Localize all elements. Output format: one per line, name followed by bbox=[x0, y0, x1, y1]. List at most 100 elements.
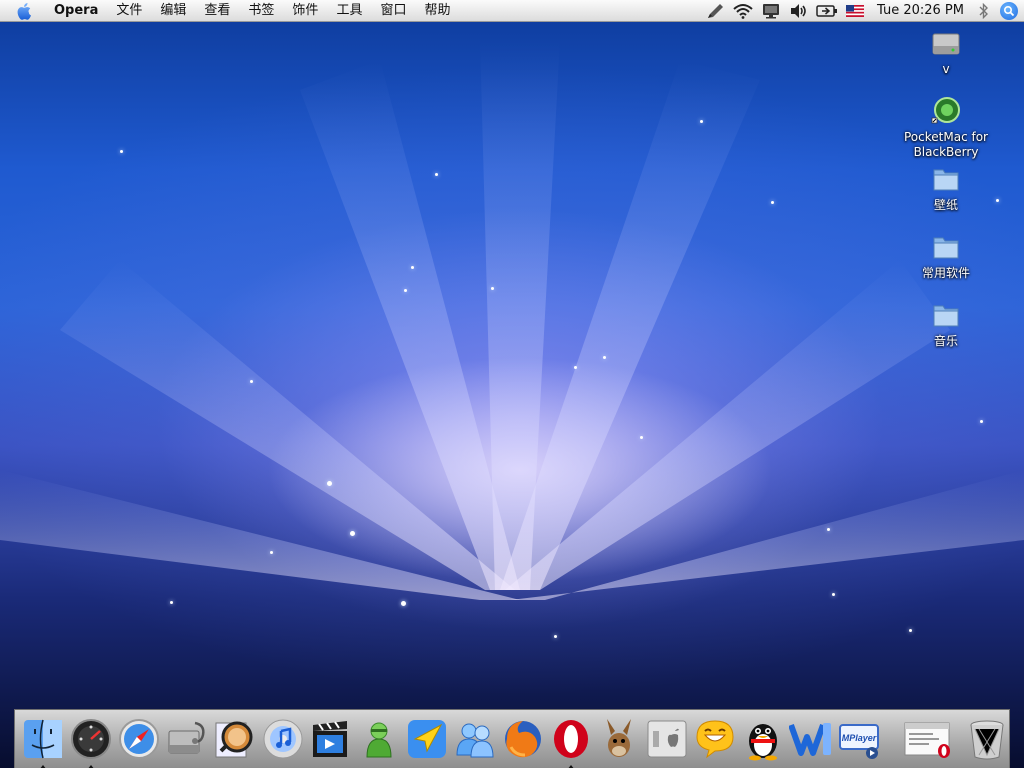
dock-navigator[interactable] bbox=[405, 714, 449, 764]
apple-menu-icon[interactable] bbox=[14, 2, 36, 20]
imovie-icon bbox=[313, 721, 347, 757]
finder-icon bbox=[24, 719, 62, 759]
pen-icon[interactable] bbox=[704, 2, 726, 20]
desktop-icon-label: 音乐 bbox=[933, 334, 958, 348]
star bbox=[120, 150, 123, 153]
folder-icon bbox=[933, 169, 959, 191]
star bbox=[491, 287, 494, 290]
pocketmac-icon bbox=[931, 97, 960, 124]
star bbox=[327, 481, 332, 486]
star bbox=[980, 420, 983, 423]
dock-amule[interactable] bbox=[597, 714, 641, 764]
opera-icon bbox=[554, 720, 588, 758]
menu-file[interactable]: 文件 bbox=[107, 0, 151, 22]
dock-imovie[interactable] bbox=[309, 714, 353, 764]
dashboard-icon bbox=[71, 719, 111, 759]
dock: MPlayer bbox=[14, 709, 1010, 768]
bootcamp-icon bbox=[647, 720, 687, 758]
green-chat-icon bbox=[366, 722, 392, 758]
dock-preview[interactable] bbox=[213, 714, 257, 764]
menu-window[interactable]: 窗口 bbox=[371, 0, 415, 22]
star bbox=[404, 289, 407, 292]
dock-bootcamp[interactable] bbox=[645, 714, 689, 764]
dock-firefox[interactable] bbox=[501, 714, 545, 764]
star bbox=[401, 601, 406, 606]
firefox-icon bbox=[505, 721, 541, 758]
itunes-icon bbox=[263, 719, 303, 759]
safari-icon bbox=[119, 719, 159, 759]
star bbox=[832, 593, 835, 596]
disk-utility-icon bbox=[168, 721, 205, 754]
dock-qq[interactable] bbox=[741, 714, 785, 764]
desktop-icon-software-folder[interactable]: 常用软件 bbox=[891, 232, 1001, 281]
minimized-window-icon bbox=[904, 722, 950, 758]
spotlight-icon[interactable] bbox=[1000, 1, 1018, 20]
display-icon[interactable] bbox=[760, 2, 782, 20]
desktop-icon-wallpaper-folder[interactable]: 壁纸 bbox=[891, 164, 1001, 213]
menu-left: Opera 文件 编辑 查看 书签 饰件 工具 窗口 帮助 bbox=[0, 0, 459, 22]
dock-mplayer[interactable]: MPlayer bbox=[837, 714, 881, 764]
dock-disk-utility[interactable] bbox=[165, 714, 209, 764]
menu-bar: Opera 文件 编辑 查看 书签 饰件 工具 窗口 帮助 Tue 20:26 … bbox=[0, 0, 1024, 22]
dock-minimized-window[interactable] bbox=[903, 714, 953, 764]
desktop[interactable]: Opera 文件 编辑 查看 书签 饰件 工具 窗口 帮助 Tue 20:26 … bbox=[0, 0, 1024, 768]
menu-app-name[interactable]: Opera bbox=[50, 0, 107, 22]
bluetooth-icon[interactable] bbox=[977, 2, 991, 20]
star bbox=[827, 528, 830, 531]
qq-penguin-icon bbox=[749, 724, 777, 761]
menu-tools[interactable]: 工具 bbox=[327, 0, 371, 22]
star bbox=[435, 173, 438, 176]
star bbox=[640, 436, 643, 439]
wallpaper-aurora bbox=[0, 40, 1024, 600]
star bbox=[909, 629, 912, 632]
hard-drive-icon bbox=[932, 33, 960, 55]
star bbox=[603, 356, 606, 359]
menu-bookmarks[interactable]: 书签 bbox=[239, 0, 283, 22]
menu-edit[interactable]: 编辑 bbox=[151, 0, 195, 22]
desktop-icon-label: v bbox=[942, 62, 950, 76]
star bbox=[700, 120, 703, 123]
amule-icon bbox=[607, 719, 631, 757]
menu-clock[interactable]: Tue 20:26 PM bbox=[869, 3, 974, 18]
star bbox=[350, 531, 355, 536]
star bbox=[170, 601, 173, 604]
menu-view[interactable]: 查看 bbox=[195, 0, 239, 22]
menu-extras: Tue 20:26 PM bbox=[701, 0, 1024, 22]
dock-opera[interactable] bbox=[549, 714, 593, 768]
messenger-icon bbox=[456, 723, 494, 758]
dock-itunes[interactable] bbox=[261, 714, 305, 764]
star bbox=[270, 551, 273, 554]
trash-icon bbox=[970, 720, 1004, 760]
dock-dashboard[interactable] bbox=[69, 714, 113, 768]
preview-icon bbox=[215, 721, 253, 758]
dock-trash[interactable] bbox=[965, 714, 1009, 764]
smiley-icon bbox=[696, 720, 734, 759]
dock-green-chat[interactable] bbox=[357, 714, 401, 764]
desktop-icon-label: 壁纸 bbox=[933, 198, 958, 212]
folder-icon bbox=[933, 305, 959, 327]
wifi-icon[interactable] bbox=[732, 2, 754, 20]
desktop-icon-label: PocketMac for BlackBerry bbox=[904, 130, 988, 159]
star bbox=[554, 635, 557, 638]
star bbox=[771, 201, 774, 204]
dock-finder[interactable] bbox=[21, 714, 65, 768]
star bbox=[411, 266, 414, 269]
navigator-icon bbox=[408, 720, 446, 758]
star bbox=[574, 366, 577, 369]
volume-icon[interactable] bbox=[788, 2, 810, 20]
dock-word[interactable] bbox=[789, 714, 833, 764]
menu-widgets[interactable]: 饰件 bbox=[283, 0, 327, 22]
desktop-icon-music-folder[interactable]: 音乐 bbox=[891, 300, 1001, 349]
menu-help[interactable]: 帮助 bbox=[415, 0, 459, 22]
battery-icon[interactable] bbox=[816, 2, 838, 20]
word-icon bbox=[789, 723, 831, 756]
dock-messenger[interactable] bbox=[453, 714, 497, 764]
mplayer-logo-text: MPlayer bbox=[842, 733, 877, 743]
desktop-icon-pocketmac[interactable]: PocketMac for BlackBerry bbox=[891, 96, 1001, 160]
folder-icon bbox=[933, 237, 959, 259]
mplayer-icon: MPlayer bbox=[839, 724, 879, 759]
desktop-icon-v[interactable]: v bbox=[891, 28, 1001, 77]
us-flag-icon[interactable] bbox=[844, 2, 866, 20]
dock-smiley-chat[interactable] bbox=[693, 714, 737, 764]
dock-safari[interactable] bbox=[117, 714, 161, 764]
